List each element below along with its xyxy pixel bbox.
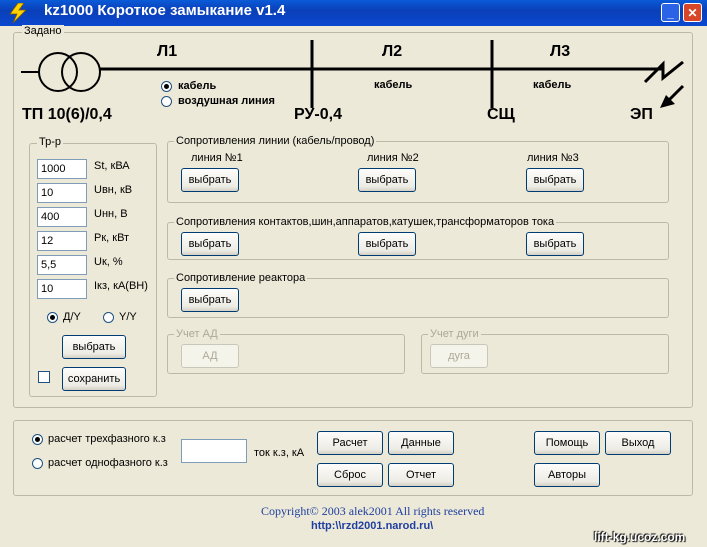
close-button[interactable]: ✕ [683, 3, 702, 22]
save-checkbox[interactable] [38, 371, 50, 383]
watermark-text: lift-kg.ucoz.com [594, 530, 686, 544]
radio-overhead-label: воздушная линия [178, 95, 275, 107]
help-button[interactable]: Помощь [534, 431, 600, 455]
radio-three-phase-label: расчет трехфазного к.з [48, 433, 166, 445]
ru-label: РУ-0,4 [294, 106, 342, 123]
lv-voltage-input[interactable]: 400 [37, 207, 87, 227]
power-label: St, кВА [94, 160, 130, 172]
network-diagram [15, 36, 691, 126]
line-resistance-label: Сопротивления линии (кабель/провод) [174, 135, 377, 147]
minimize-button[interactable]: _ [661, 3, 680, 22]
radio-three-phase[interactable] [32, 434, 43, 445]
exit-button[interactable]: Выход [605, 431, 671, 455]
reactor-label: Сопротивление реактора [174, 272, 308, 284]
window-title: kz1000 Короткое замыкание v1.4 [44, 2, 286, 19]
line-2-select-button[interactable]: выбрать [358, 168, 416, 192]
transformer-select-button[interactable]: выбрать [62, 335, 126, 359]
report-button[interactable]: Отчет [388, 463, 454, 487]
contact-resistance-label: Сопротивления контактов,шин,аппаратов,ка… [174, 216, 557, 228]
line-2-label: Л2 [382, 43, 403, 60]
data-button[interactable]: Данные [388, 431, 454, 455]
line-1-label: Л1 [157, 43, 178, 60]
authors-button[interactable]: Авторы [534, 463, 600, 487]
transformer-coil-left [38, 52, 78, 92]
line-1-caption: линия №1 [191, 152, 243, 164]
ad-button[interactable]: АД [181, 344, 239, 368]
pk-label: Pк, кВт [94, 232, 130, 244]
fault-bolt [643, 60, 684, 84]
contact-1-select-button[interactable]: выбрать [181, 232, 239, 256]
ikz-label: Iкз, кА(ВН) [94, 280, 148, 292]
copyright-text: Copyright© 2003 alek2001 All rights rese… [261, 504, 485, 518]
contact-2-select-button[interactable]: выбрать [358, 232, 416, 256]
fault-current-output [181, 439, 247, 463]
sch-label: СЩ [487, 106, 515, 123]
reactor-select-button[interactable]: выбрать [181, 288, 239, 312]
calculate-button[interactable]: Расчет [317, 431, 383, 455]
radio-delta-star[interactable] [47, 312, 58, 323]
radio-cable[interactable] [161, 81, 172, 92]
radio-single-phase-label: расчет однофазного к.з [48, 457, 168, 469]
hv-voltage-input[interactable]: 10 [37, 183, 87, 203]
arc-button[interactable]: дуга [430, 344, 488, 368]
radio-star-star[interactable] [103, 312, 114, 323]
substation-label: ТП 10(6)/0,4 [22, 106, 112, 123]
radio-overhead-line[interactable] [161, 96, 172, 107]
line-3-caption: линия №3 [527, 152, 579, 164]
hv-voltage-label: Uвн, кВ [94, 184, 133, 196]
line-3-select-button[interactable]: выбрать [526, 168, 584, 192]
transformer-coil-right [61, 52, 101, 92]
uk-label: Uк, % [94, 256, 123, 268]
radio-delta-star-label: Д/Y [63, 311, 81, 323]
uk-input[interactable]: 5,5 [37, 255, 87, 275]
line-1-select-button[interactable]: выбрать [181, 168, 239, 192]
radio-cable-label: кабель [178, 80, 217, 92]
reset-button[interactable]: Сброс [317, 463, 383, 487]
transformer-group-label: Тр-р [37, 136, 63, 148]
power-input[interactable]: 1000 [37, 159, 87, 179]
ep-label: ЭП [630, 106, 653, 123]
ad-label: Учет АД [174, 328, 220, 340]
radio-single-phase[interactable] [32, 458, 43, 469]
reactor-group [167, 278, 669, 318]
contact-3-select-button[interactable]: выбрать [526, 232, 584, 256]
radio-star-star-label: Y/Y [119, 311, 137, 323]
line-resistance-group [167, 141, 669, 203]
lv-voltage-label: Uнн, В [94, 208, 128, 220]
pk-input[interactable]: 12 [37, 231, 87, 251]
arc-label: Учет дуги [428, 328, 481, 340]
line-3-type: кабель [533, 79, 572, 91]
line-2-type: кабель [374, 79, 413, 91]
line-3-label: Л3 [550, 43, 571, 60]
app-icon [4, 2, 34, 24]
website-link[interactable]: http:\\rzd2001.narod.ru\ [311, 520, 433, 532]
save-button[interactable]: сохранить [62, 367, 126, 391]
line-2-caption: линия №2 [367, 152, 419, 164]
ikz-input[interactable]: 10 [37, 279, 87, 299]
fault-current-label: ток к.з, кА [254, 447, 305, 459]
